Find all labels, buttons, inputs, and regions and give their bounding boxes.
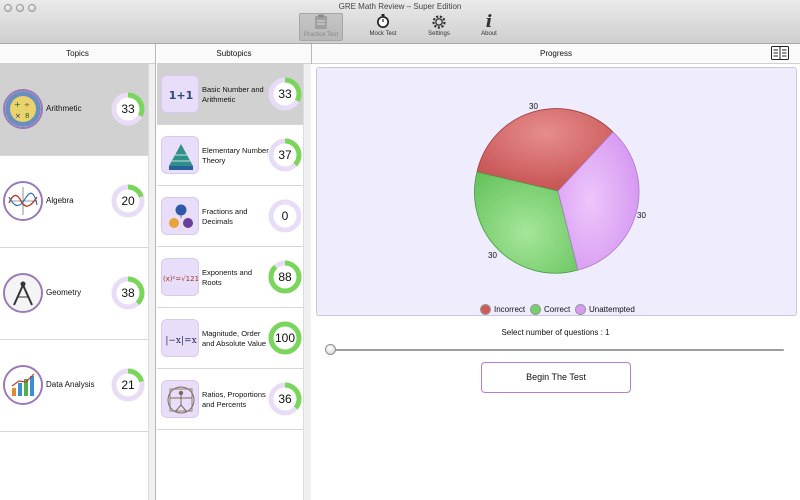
topics-header: Topics [0, 44, 155, 64]
mock-test-button[interactable]: Mock Test [361, 13, 405, 41]
absolute-value-icon: |−x|=x [161, 319, 199, 357]
exponent-root-icon: (x)²=√121 [161, 258, 199, 296]
subtopic-label: Ratios, Proportions and Percents [202, 389, 266, 409]
topic-item-data-analysis[interactable]: Data Analysis 21 [0, 340, 148, 432]
gear-icon [417, 13, 461, 31]
subtopic-item-fractions[interactable]: Fractions and Decimals 0 [157, 186, 303, 247]
practice-test-label: Practice Test [303, 32, 339, 38]
legend-label: Correct [544, 305, 571, 314]
clipboard-icon [300, 14, 342, 32]
subtopic-item-basic-number[interactable]: 1+1 Basic Number and Arithmetic 33 [157, 64, 303, 125]
topic-item-algebra[interactable]: Algebra 20 [0, 156, 148, 248]
progress-value: 33 [121, 102, 135, 116]
book-icon[interactable] [771, 46, 789, 60]
svg-text:÷: ÷ [24, 101, 30, 109]
legend-correct: Correct [530, 304, 570, 315]
progress-ring: 33 [268, 77, 302, 111]
progress-value: 0 [281, 209, 289, 223]
progress-value: 100 [274, 331, 296, 345]
progress-value: 20 [121, 194, 135, 208]
about-button[interactable]: i About [467, 13, 511, 41]
stopwatch-icon [361, 13, 405, 31]
subtopic-item-number-theory[interactable]: Elementary Number Theory 37 [157, 125, 303, 186]
about-label: About [481, 31, 497, 37]
progress-panel: 30 30 30 Incorrect Correct Unattempted S… [311, 64, 800, 500]
legend-swatch-unattempted [575, 304, 586, 315]
pie-label-correct: 30 [488, 251, 497, 260]
fraction-circles-icon [161, 197, 199, 235]
topic-item-geometry[interactable]: Geometry 38 [0, 248, 148, 340]
legend-swatch-correct [530, 304, 541, 315]
svg-text:|−x|=x: |−x|=x [165, 336, 196, 346]
settings-button[interactable]: Settings [417, 13, 461, 41]
svg-text:1+1: 1+1 [169, 89, 194, 102]
subtopic-item-magnitude[interactable]: |−x|=x Magnitude, Order and Absolute Val… [157, 308, 303, 369]
svg-text:×: × [15, 112, 21, 120]
topic-label: Geometry [46, 288, 82, 297]
topic-item-arithmetic[interactable]: + ÷ × 8 Arithmetic 33 [0, 64, 148, 156]
progress-value: 33 [278, 87, 292, 101]
question-count-label: Select number of questions : 1 [501, 328, 610, 337]
progress-value: 21 [121, 378, 135, 392]
svg-text:(x)²=√121: (x)²=√121 [163, 275, 199, 283]
legend-label: Incorrect [494, 305, 526, 314]
topic-label: Arithmetic [46, 104, 82, 113]
subtopics-scrollbar[interactable] [303, 64, 311, 500]
subtopics-header: Subtopics [157, 44, 311, 64]
progress-value: 37 [278, 148, 292, 162]
subtopic-label: Basic Number and Arithmetic [202, 84, 264, 104]
progress-value: 88 [278, 270, 292, 284]
pie-label-unattempted: 30 [637, 211, 646, 220]
subtopic-item-ratios[interactable]: Ratios, Proportions and Percents 36 [157, 369, 303, 430]
progress-ring: 88 [268, 260, 302, 294]
svg-text:+: + [14, 100, 21, 109]
mock-test-label: Mock Test [369, 31, 397, 37]
topics-scrollbar[interactable] [148, 64, 155, 500]
begin-test-button[interactable]: Begin The Test [481, 362, 631, 393]
progress-ring: 21 [111, 368, 145, 402]
one-plus-one-icon: 1+1 [161, 75, 199, 113]
legend-unattempted: Unattempted [575, 304, 635, 315]
info-icon: i [485, 12, 493, 32]
window-title: GRE Math Review – Super Edition [338, 2, 462, 11]
progress-ring: 33 [111, 92, 145, 126]
progress-value: 36 [278, 392, 292, 406]
pie-chart-panel: 30 30 30 Incorrect Correct Unattempted [316, 67, 797, 316]
topic-label: Data Analysis [46, 380, 95, 389]
progress-ring: 0 [268, 199, 302, 233]
topics-list: + ÷ × 8 Arithmetic 33 Algebra 20 Geometry 3… [0, 64, 155, 500]
arithmetic-icon: + ÷ × 8 [3, 89, 43, 129]
subtopic-label: Fractions and Decimals [202, 206, 248, 226]
pie-label-incorrect: 30 [529, 102, 538, 111]
progress-ring: 36 [268, 382, 302, 416]
progress-ring: 100 [268, 321, 302, 355]
settings-label: Settings [428, 31, 450, 37]
legend-label: Unattempted [589, 305, 635, 314]
topic-label: Algebra [46, 196, 74, 205]
compass-icon [3, 273, 43, 313]
slider-handle[interactable] [325, 344, 336, 355]
progress-ring: 37 [268, 138, 302, 172]
svg-text:8: 8 [25, 112, 29, 120]
practice-test-button[interactable]: Practice Test [299, 13, 343, 41]
progress-ring: 38 [111, 276, 145, 310]
subtopic-item-exponents[interactable]: (x)²=√121 Exponents and Roots 88 [157, 247, 303, 308]
legend-incorrect: Incorrect [480, 304, 525, 315]
subtopic-label: Exponents and Roots [202, 267, 253, 287]
progress-value: 38 [121, 286, 135, 300]
number-pyramid-icon [161, 136, 199, 174]
column-divider [155, 44, 156, 500]
title-bar: GRE Math Review – Super Edition Practice… [0, 0, 800, 44]
bar-chart-icon [3, 365, 43, 405]
pie-chart [474, 108, 640, 274]
question-count-slider[interactable] [331, 349, 784, 351]
algebra-graph-icon [3, 181, 43, 221]
legend-swatch-incorrect [480, 304, 491, 315]
vitruvian-man-icon [161, 380, 199, 418]
subtopic-label: Magnitude, Order and Absolute Value [202, 328, 267, 348]
progress-header: Progress [312, 44, 800, 64]
progress-ring: 20 [111, 184, 145, 218]
subtopics-list: 1+1 Basic Number and Arithmetic 33 Eleme… [157, 64, 303, 500]
subtopic-label: Elementary Number Theory [202, 145, 269, 165]
